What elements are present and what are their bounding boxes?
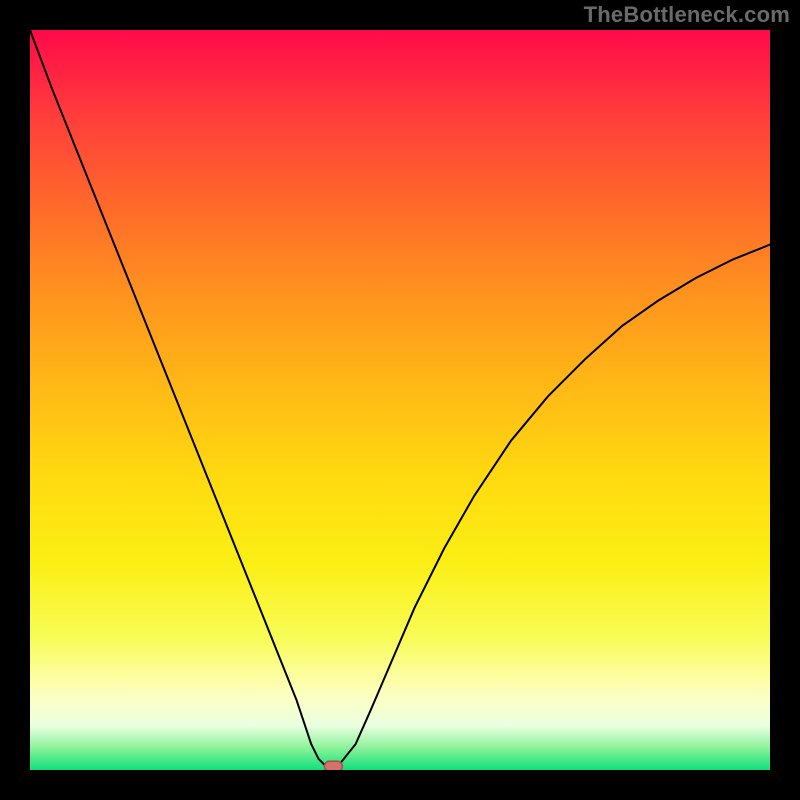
chart-container: TheBottleneck.com	[0, 0, 800, 800]
plot-svg	[30, 30, 770, 770]
plot-area	[30, 30, 770, 770]
min-marker	[324, 761, 342, 770]
watermark-text: TheBottleneck.com	[584, 2, 790, 28]
curve-line	[30, 30, 770, 766]
